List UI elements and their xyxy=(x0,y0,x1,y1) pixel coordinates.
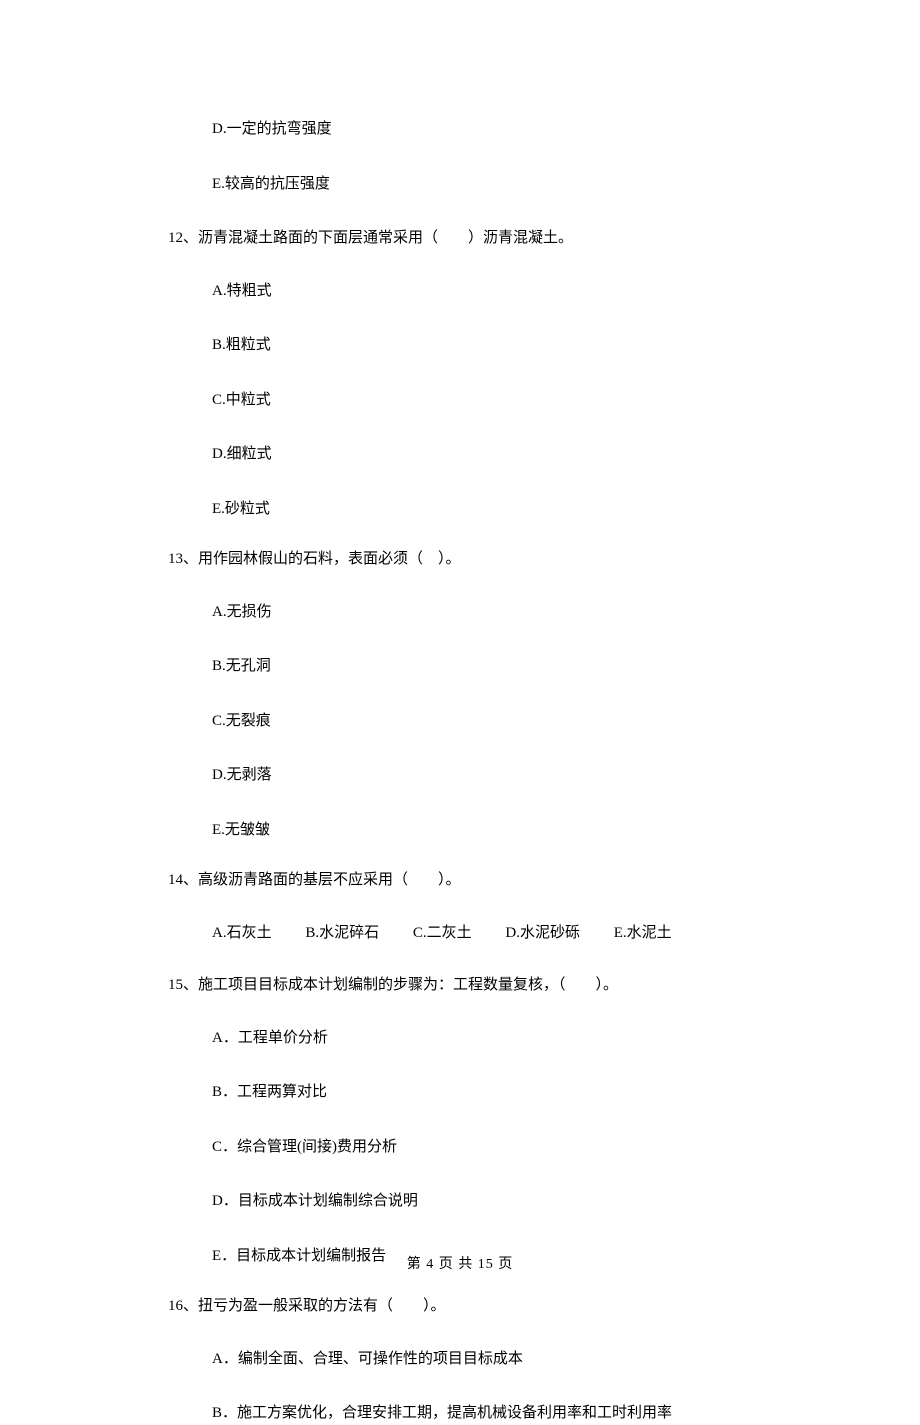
option-d: D．目标成本计划编制综合说明 xyxy=(212,1190,770,1213)
option-e: E.水泥土 xyxy=(614,922,672,945)
option-e: E.无皱皱 xyxy=(212,819,770,842)
option-b: B.水泥碎石 xyxy=(305,922,379,945)
option-c: C.二灰土 xyxy=(413,922,472,945)
option-c: C.无裂痕 xyxy=(212,710,770,733)
question-text: 12、沥青混凝土路面的下面层通常采用（ ）沥青混凝土。 xyxy=(168,227,770,250)
question-number: 13、 xyxy=(168,551,198,567)
question-text: 16、扭亏为盈一般采取的方法有（ ）。 xyxy=(168,1295,770,1318)
option-a: A.石灰土 xyxy=(212,922,272,945)
option-a: A．编制全面、合理、可操作性的项目目标成本 xyxy=(212,1348,770,1371)
option-a: A．工程单价分析 xyxy=(212,1027,770,1050)
option-e-continued: E.较高的抗压强度 xyxy=(212,173,770,196)
option-a: A.无损伤 xyxy=(212,601,770,624)
question-number: 14、 xyxy=(168,872,198,888)
inline-options: A.石灰土 B.水泥碎石 C.二灰土 D.水泥砂砾 E.水泥土 xyxy=(212,922,770,945)
question-text: 15、施工项目目标成本计划编制的步骤为：工程数量复核，（ ）。 xyxy=(168,974,770,997)
question-15: 15、施工项目目标成本计划编制的步骤为：工程数量复核，（ ）。 A．工程单价分析… xyxy=(168,974,770,1267)
option-c: C.中粒式 xyxy=(212,389,770,412)
option-d: D.水泥砂砾 xyxy=(505,922,580,945)
option-e: E.砂粒式 xyxy=(212,498,770,521)
question-body: 用作园林假山的石料，表面必须（ ）。 xyxy=(198,551,461,567)
question-number: 16、 xyxy=(168,1298,198,1314)
question-14: 14、高级沥青路面的基层不应采用（ ）。 A.石灰土 B.水泥碎石 C.二灰土 … xyxy=(168,869,770,944)
question-body: 施工项目目标成本计划编制的步骤为：工程数量复核，（ ）。 xyxy=(198,977,618,993)
option-b: B．工程两算对比 xyxy=(212,1081,770,1104)
option-d-continued: D.一定的抗弯强度 xyxy=(212,118,770,141)
option-a: A.特粗式 xyxy=(212,280,770,303)
question-body: 扭亏为盈一般采取的方法有（ ）。 xyxy=(198,1298,446,1314)
question-number: 15、 xyxy=(168,977,198,993)
question-text: 14、高级沥青路面的基层不应采用（ ）。 xyxy=(168,869,770,892)
question-16: 16、扭亏为盈一般采取的方法有（ ）。 A．编制全面、合理、可操作性的项目目标成… xyxy=(168,1295,770,1425)
option-b: B．施工方案优化，合理安排工期，提高机械设备利用率和工时利用率 xyxy=(212,1402,770,1425)
question-13: 13、用作园林假山的石料，表面必须（ ）。 A.无损伤 B.无孔洞 C.无裂痕 … xyxy=(168,548,770,841)
question-number: 12、 xyxy=(168,230,198,246)
option-d: D.细粒式 xyxy=(212,443,770,466)
page-footer: 第 4 页 共 15 页 xyxy=(0,1253,920,1273)
option-b: B.粗粒式 xyxy=(212,334,770,357)
page-content: D.一定的抗弯强度 E.较高的抗压强度 12、沥青混凝土路面的下面层通常采用（ … xyxy=(0,0,920,1425)
option-c: C．综合管理(间接)费用分析 xyxy=(212,1136,770,1159)
question-text: 13、用作园林假山的石料，表面必须（ ）。 xyxy=(168,548,770,571)
option-d: D.无剥落 xyxy=(212,764,770,787)
question-body: 沥青混凝土路面的下面层通常采用（ ）沥青混凝土。 xyxy=(198,230,573,246)
question-body: 高级沥青路面的基层不应采用（ ）。 xyxy=(198,872,461,888)
question-12: 12、沥青混凝土路面的下面层通常采用（ ）沥青混凝土。 A.特粗式 B.粗粒式 … xyxy=(168,227,770,520)
option-b: B.无孔洞 xyxy=(212,655,770,678)
